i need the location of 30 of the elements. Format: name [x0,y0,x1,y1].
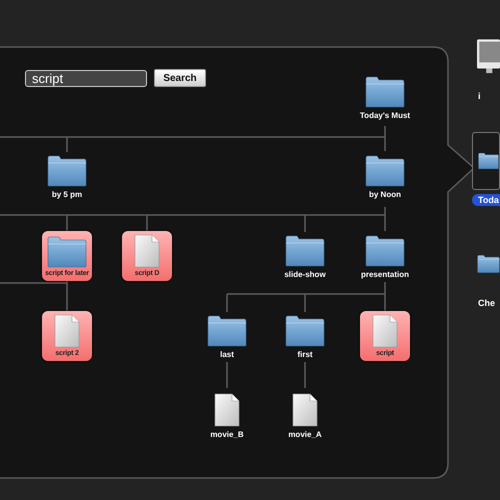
search-field[interactable]: script [25,70,147,86]
node-label: presentation [360,270,409,279]
node-label: Today's Must [360,111,410,120]
folder-icon [47,236,87,268]
node-label: last [220,350,234,359]
node-label: by Noon [369,190,401,199]
selected-item-frame[interactable] [472,132,500,190]
connector-line [304,362,306,388]
document-icon [292,393,318,427]
search-button[interactable]: Search [154,69,206,87]
node-label: by 5 pm [52,190,82,199]
sidebar-label[interactable]: Toda [472,194,500,206]
node-label: movie_A [288,430,322,439]
folder-icon [285,315,325,347]
connector-line [226,362,228,388]
document-icon [214,393,240,427]
folder-icon [365,235,405,267]
sidebar-label[interactable]: Che [474,297,498,309]
document-icon [54,314,80,348]
node-label: movie_B [210,430,244,439]
folder-icon [47,155,87,187]
document-icon [134,234,160,268]
node-label: slide-show [284,270,326,279]
folder-icon [365,155,405,187]
folder-icon [207,315,247,347]
sidebar-label[interactable]: i [474,90,483,102]
node-label: first [297,350,313,359]
folder-icon [285,235,325,267]
document-icon [372,314,398,348]
folder-icon [365,76,405,108]
